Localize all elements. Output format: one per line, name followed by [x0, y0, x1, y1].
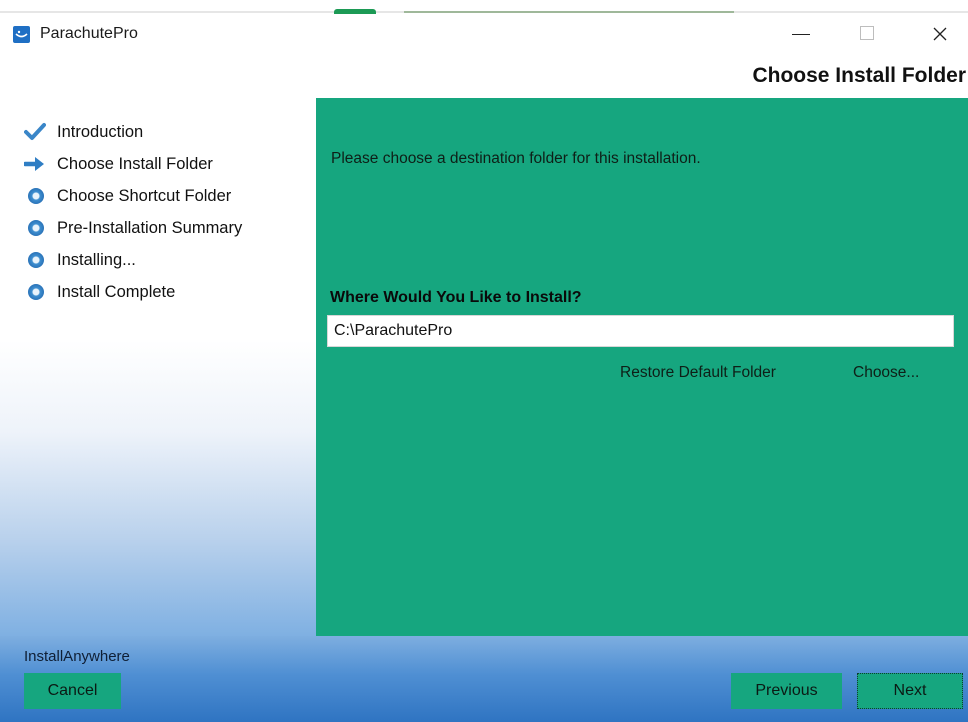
page-title: Choose Install Folder	[752, 64, 966, 87]
close-button[interactable]	[917, 14, 963, 54]
arrow-right-icon	[22, 154, 46, 174]
bullet-icon	[24, 218, 46, 238]
checkmark-icon	[24, 122, 46, 142]
install-location-label: Where Would You Like to Install?	[330, 289, 582, 306]
desktop-edge-highlight	[404, 11, 734, 13]
step-install-complete: Install Complete	[24, 276, 242, 308]
app-icon	[13, 26, 30, 43]
step-label: Choose Shortcut Folder	[57, 186, 232, 205]
desktop-edge	[0, 0, 968, 14]
step-label: Installing...	[57, 250, 136, 269]
step-label: Install Complete	[57, 282, 176, 301]
install-path-input[interactable]	[327, 315, 954, 347]
bullet-icon	[24, 250, 46, 270]
title-bar: ParachutePro	[0, 14, 968, 54]
window-title: ParachutePro	[40, 25, 138, 42]
minimize-icon	[792, 34, 810, 35]
maximize-icon	[860, 26, 874, 40]
restore-default-folder-button[interactable]: Restore Default Folder	[620, 364, 776, 382]
steps-list: Introduction Choose Install Folder Choos…	[22, 116, 242, 308]
step-pre-installation-summary: Pre-Installation Summary	[24, 212, 242, 244]
cancel-button[interactable]: Cancel	[24, 673, 121, 709]
step-label: Pre-Installation Summary	[57, 218, 243, 237]
instruction-text: Please choose a destination folder for t…	[331, 150, 701, 167]
step-installing: Installing...	[24, 244, 242, 276]
step-choose-shortcut-folder: Choose Shortcut Folder	[24, 180, 242, 212]
bullet-icon	[24, 282, 46, 302]
installer-window: ParachutePro Choose Install Folder Intro…	[0, 0, 968, 722]
close-icon	[933, 27, 947, 41]
bullet-icon	[24, 186, 46, 206]
minimize-button[interactable]	[780, 14, 826, 54]
step-introduction: Introduction	[24, 116, 242, 148]
maximize-button[interactable]	[846, 14, 892, 54]
next-button[interactable]: Next	[857, 673, 963, 709]
step-choose-install-folder: Choose Install Folder	[22, 148, 242, 180]
step-label: Introduction	[57, 122, 144, 141]
step-label: Choose Install Folder	[57, 154, 213, 173]
installer-brand: InstallAnywhere	[24, 648, 130, 665]
choose-folder-button[interactable]: Choose...	[853, 364, 919, 382]
previous-button[interactable]: Previous	[731, 673, 842, 709]
